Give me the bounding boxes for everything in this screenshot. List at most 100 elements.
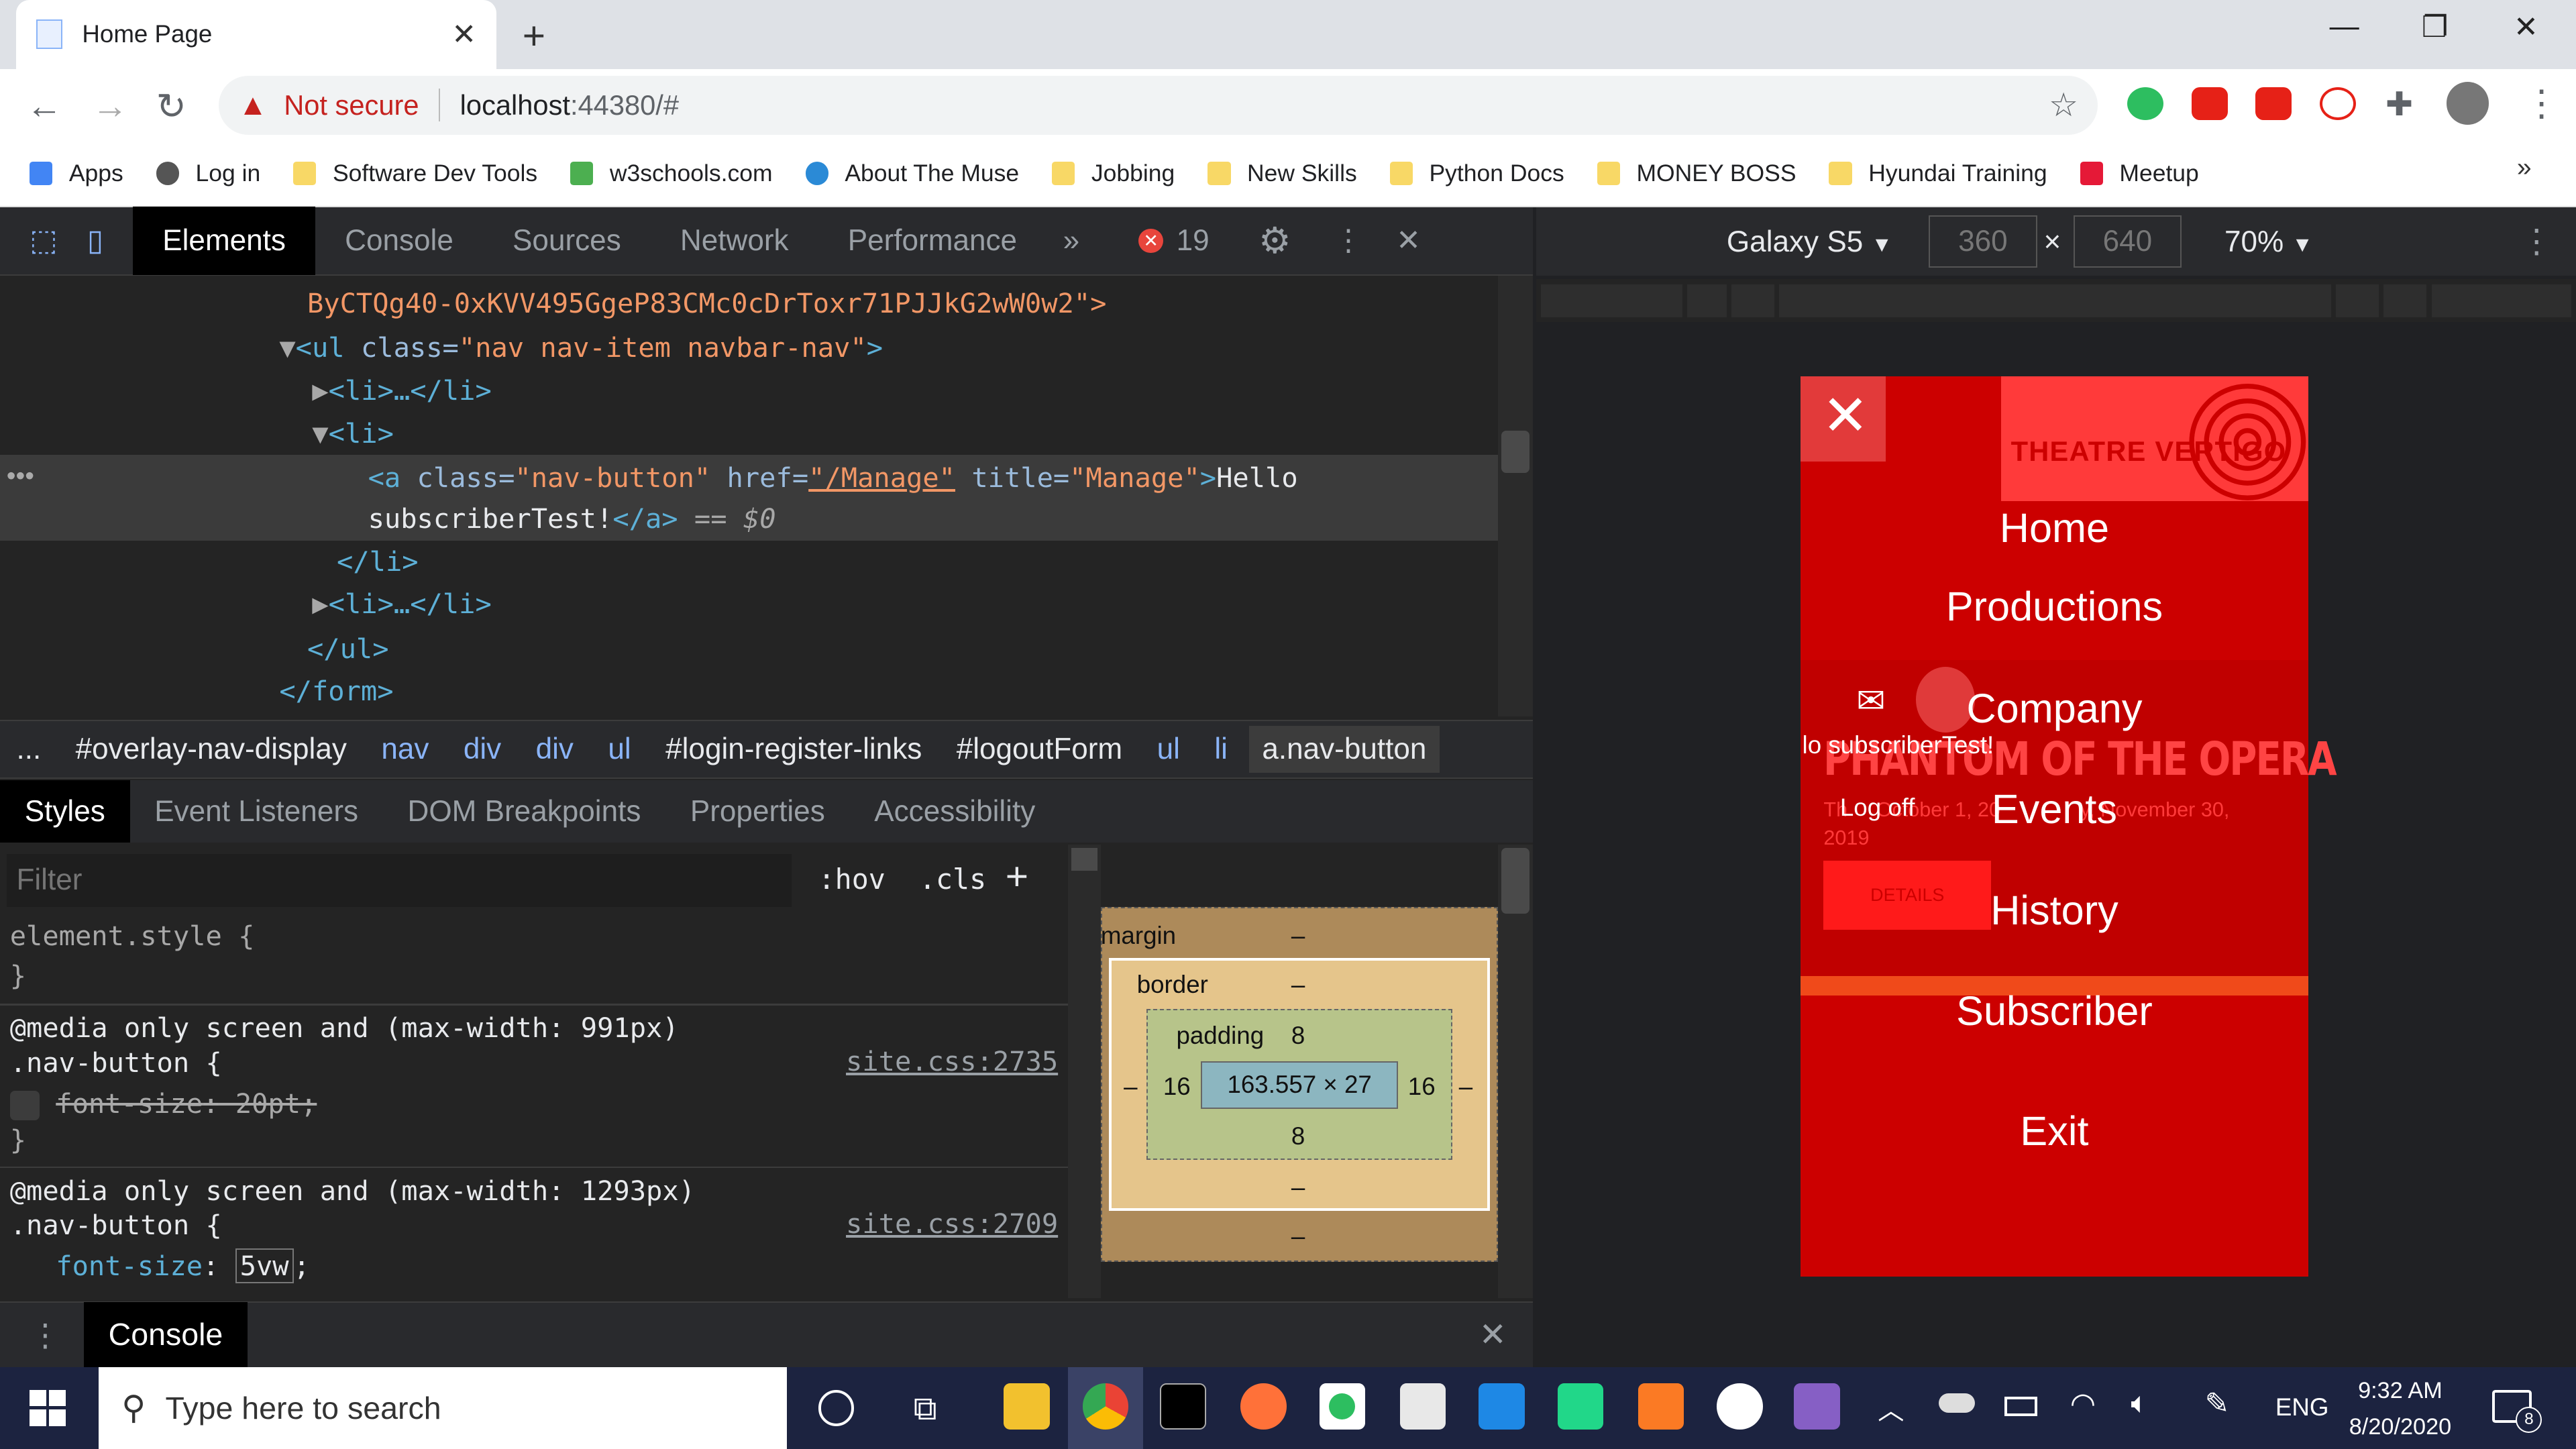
breadcrumb-item[interactable]: div xyxy=(536,733,574,766)
tree-line-li[interactable]: ▶<li>…</li> xyxy=(312,370,492,413)
tree-line[interactable]: ByCTQg40-0xKVV495GgeP83CMc0cDrToxr71PJJk… xyxy=(307,282,1107,325)
task-view-icon[interactable]: ⧉ xyxy=(914,1390,937,1428)
tab-console[interactable]: Console xyxy=(315,207,483,276)
chrome-menu-icon[interactable]: ⋮ xyxy=(2524,82,2560,124)
viewport-height-input[interactable]: 640 xyxy=(2073,215,2182,268)
margin-right-value[interactable]: – xyxy=(1459,1073,1472,1101)
bookmark-w3schools[interactable]: w3schools.com xyxy=(570,160,773,187)
node-actions-icon[interactable]: ••• xyxy=(7,462,34,491)
youtube-extension-icon[interactable] xyxy=(2191,87,2228,120)
clock[interactable]: 9:32 AM 8/20/2020 xyxy=(2330,1373,2471,1446)
cortana-icon[interactable] xyxy=(818,1389,855,1426)
devtools-menu-icon[interactable]: ⋮ xyxy=(1320,207,1376,276)
address-bar[interactable]: ▲ Not secure localhost :44380/# ☆ xyxy=(218,75,2098,135)
declaration-active[interactable]: font-size: 5vw; xyxy=(56,1248,310,1285)
vscode-icon[interactable] xyxy=(1479,1383,1525,1430)
rule-selector[interactable]: .nav-button { xyxy=(10,1045,222,1081)
error-counter[interactable]: ✕ 19 xyxy=(1096,207,1239,276)
tab-performance[interactable]: Performance xyxy=(818,207,1047,276)
tab-accessibility[interactable]: Accessibility xyxy=(849,780,1060,843)
more-bookmarks-icon[interactable]: » xyxy=(2517,153,2532,182)
padding-right-value[interactable]: 16 xyxy=(1408,1073,1436,1101)
zoom-select[interactable]: 70% ▼ xyxy=(2224,225,2313,259)
rule-selector[interactable]: .nav-button { xyxy=(10,1208,222,1244)
theatre-logo[interactable]: THEATRE VERTIGO xyxy=(2000,376,2308,501)
margin-top-value[interactable]: – xyxy=(1291,922,1305,950)
evernote-icon[interactable] xyxy=(1319,1383,1366,1430)
device-select[interactable]: Galaxy S5 ▼ xyxy=(1727,225,1892,259)
expand-triangle-icon[interactable]: ▼ xyxy=(312,417,328,449)
xampp-icon[interactable] xyxy=(1638,1383,1684,1430)
chrome-icon[interactable] xyxy=(1082,1383,1129,1430)
youtube-extension-icon[interactable] xyxy=(2255,87,2292,120)
nav-exit[interactable]: Exit xyxy=(1801,1108,2308,1155)
onedrive-icon[interactable] xyxy=(1938,1393,1975,1413)
declaration-overridden[interactable]: font-size: 20pt; xyxy=(9,1086,317,1122)
declaration-checkbox[interactable] xyxy=(9,1090,40,1120)
breadcrumb-item[interactable]: #overlay-nav-display xyxy=(76,733,347,766)
tree-line-li[interactable]: ▼<li> xyxy=(312,413,394,455)
margin-left-value[interactable]: – xyxy=(1124,1073,1137,1101)
border-top-value[interactable]: – xyxy=(1291,971,1305,999)
collapsed-triangle-icon[interactable]: ▶ xyxy=(312,588,328,620)
device-toolbar-icon[interactable]: ▯ xyxy=(87,207,133,276)
tree-line-selected[interactable]: <a class="nav-button" href="/Manage" tit… xyxy=(368,457,1298,500)
tab-styles[interactable]: Styles xyxy=(0,780,130,843)
breadcrumb-more[interactable]: ... xyxy=(16,733,41,766)
pycharm-icon[interactable] xyxy=(1557,1383,1604,1430)
more-tabs-icon[interactable]: » xyxy=(1046,207,1095,276)
close-drawer-icon[interactable]: ✕ xyxy=(1479,1316,1507,1354)
breadcrumb-item[interactable]: ul xyxy=(1157,733,1180,766)
battery-icon[interactable] xyxy=(2004,1396,2037,1417)
bookmark-apps[interactable]: Apps xyxy=(30,160,123,187)
tree-line-selected-cont[interactable]: subscriberTest!</a> == $0 xyxy=(368,498,776,541)
tab-console-drawer[interactable]: Console xyxy=(83,1301,248,1368)
bookmark-hyundai-training[interactable]: Hyundai Training xyxy=(1829,160,2047,187)
collapsed-triangle-icon[interactable]: ▶ xyxy=(312,374,328,407)
breadcrumb-item[interactable]: #logoutForm xyxy=(957,733,1122,766)
hov-toggle[interactable]: :hov xyxy=(818,863,885,896)
evernote-extension-icon[interactable] xyxy=(2127,87,2164,120)
tab-network[interactable]: Network xyxy=(651,207,818,276)
close-tab-icon[interactable]: ✕ xyxy=(451,17,476,52)
slack-icon[interactable] xyxy=(1717,1383,1763,1430)
attr-link[interactable]: "/Manage" xyxy=(808,462,955,494)
nav-history[interactable]: History xyxy=(1801,887,2308,934)
extensions-puzzle-icon[interactable]: ✚ xyxy=(2385,85,2413,123)
windows-start-icon[interactable] xyxy=(30,1389,66,1426)
nav-subscriber[interactable]: Subscriber xyxy=(1801,987,2308,1034)
hello-user-link[interactable]: lo subscriberTest! xyxy=(1803,731,1994,759)
forward-icon[interactable]: → xyxy=(92,85,128,127)
tree-line-close-form[interactable]: </form> xyxy=(279,670,393,713)
breadcrumb-item[interactable]: div xyxy=(464,733,501,766)
tree-line-close-li[interactable]: </li> xyxy=(337,541,419,584)
source-link[interactable]: site.css:2709 xyxy=(846,1208,1058,1240)
breadcrumb-item[interactable]: ul xyxy=(608,733,631,766)
source-link[interactable]: site.css:2735 xyxy=(846,1045,1058,1077)
nav-events[interactable]: Events xyxy=(1801,786,2308,833)
settings-gear-icon[interactable]: ⚙ xyxy=(1239,207,1321,276)
cls-toggle[interactable]: .cls xyxy=(919,863,986,896)
nav-productions[interactable]: Productions xyxy=(1801,583,2308,630)
minimize-icon[interactable]: — xyxy=(2330,10,2359,44)
property-value-editing[interactable]: 5vw xyxy=(235,1248,294,1284)
pen-icon[interactable]: ✎ xyxy=(2205,1387,2230,1421)
expand-triangle-icon[interactable]: ▼ xyxy=(279,331,295,364)
device-menu-icon[interactable]: ⋮ xyxy=(2520,222,2553,260)
tab-elements[interactable]: Elements xyxy=(133,206,316,276)
python-idle-icon[interactable] xyxy=(1399,1383,1446,1430)
show-hidden-icons-icon[interactable]: ︿ xyxy=(1878,1390,1904,1428)
wifi-icon[interactable]: ◠ xyxy=(2070,1387,2096,1421)
volume-icon[interactable]: 🔈︎ xyxy=(2131,1387,2148,1420)
browser-tab[interactable]: Home Page ✕ xyxy=(16,0,496,69)
breadcrumb-item-current[interactable]: a.nav-button xyxy=(1248,725,1440,773)
tab-sources[interactable]: Sources xyxy=(483,207,651,276)
tab-properties[interactable]: Properties xyxy=(665,780,849,843)
back-icon[interactable]: ← xyxy=(26,85,62,127)
close-window-icon[interactable]: ✕ xyxy=(2514,10,2538,44)
breadcrumb-item[interactable]: #login-register-links xyxy=(665,733,922,766)
notifications-icon[interactable]: 8 xyxy=(2492,1389,2542,1434)
padding-top-value[interactable]: 8 xyxy=(1291,1022,1305,1050)
tree-line-close-ul[interactable]: </ul> xyxy=(307,628,389,671)
breadcrumb-item[interactable]: nav xyxy=(381,733,429,766)
